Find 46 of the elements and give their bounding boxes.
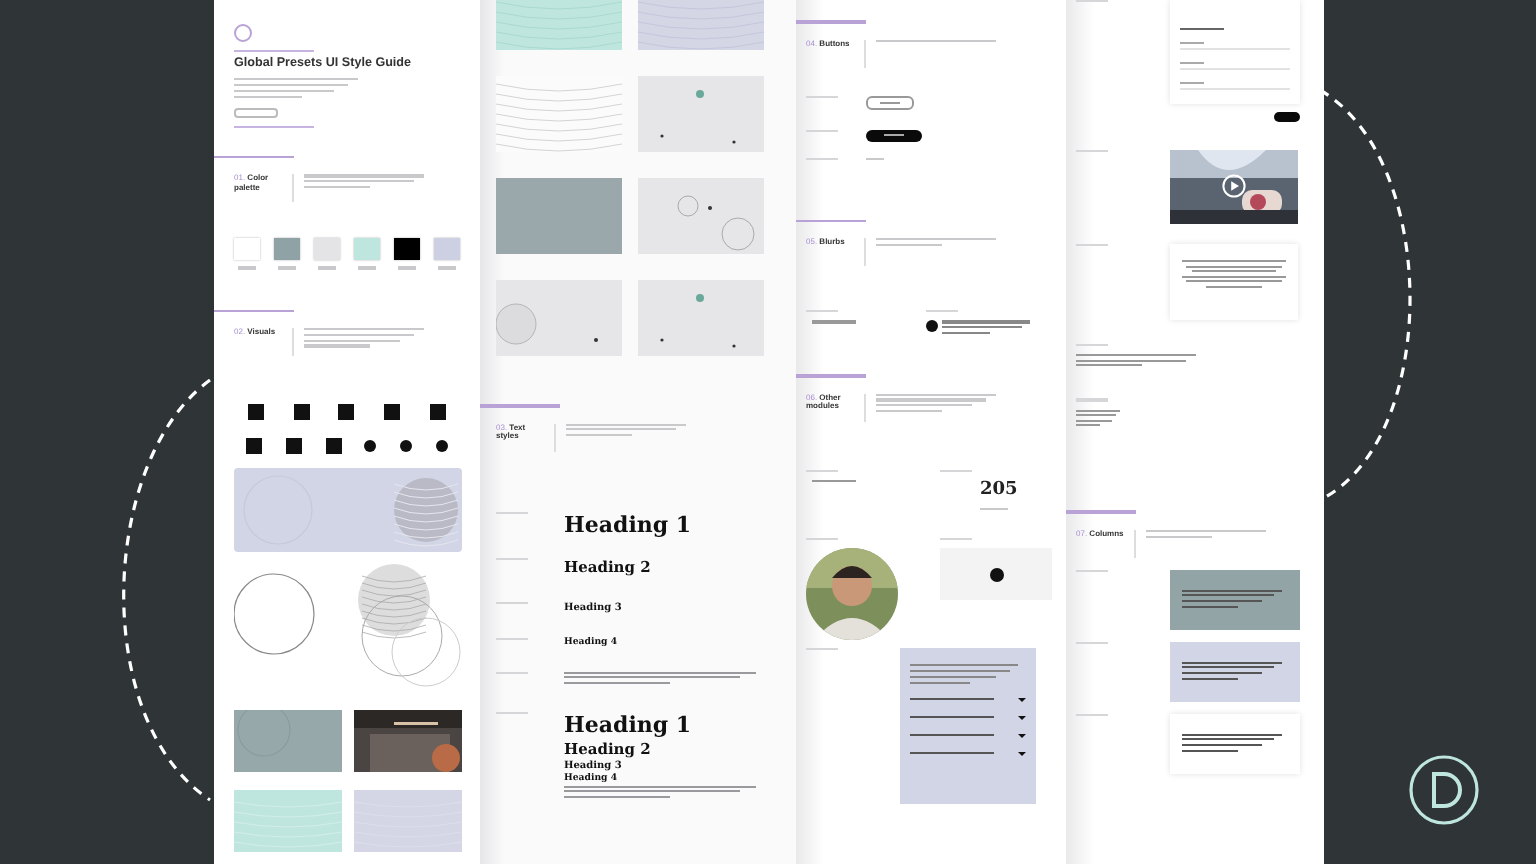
arrow-icon[interactable] bbox=[1018, 751, 1026, 756]
blurred-text-drawing bbox=[1076, 409, 1120, 427]
round-icon bbox=[989, 567, 1003, 582]
round-icon bbox=[436, 440, 449, 453]
blurred-text-drawing bbox=[1182, 260, 1286, 288]
pattern-tile bbox=[638, 76, 764, 152]
counter-number: 205 bbox=[980, 479, 1018, 500]
pattern-tile bbox=[638, 178, 764, 254]
logo-icon bbox=[234, 24, 252, 42]
arrow-icon[interactable] bbox=[1018, 715, 1026, 720]
arrow-icon[interactable] bbox=[1018, 697, 1026, 702]
blurred-text-drawing bbox=[875, 393, 996, 413]
primary-button[interactable] bbox=[866, 129, 922, 141]
pattern-tile bbox=[354, 790, 462, 853]
blurred-text-drawing bbox=[1182, 589, 1282, 608]
input-field[interactable] bbox=[1180, 78, 1290, 91]
blurred-text-drawing bbox=[1145, 529, 1266, 538]
input-field[interactable] bbox=[1180, 58, 1290, 71]
blurred-text-drawing bbox=[1182, 733, 1282, 752]
blurred-text-drawing bbox=[565, 423, 686, 437]
app-icon bbox=[429, 404, 446, 421]
outline-button[interactable] bbox=[866, 95, 914, 109]
blurred-text-drawing bbox=[942, 320, 1030, 335]
pattern-tile bbox=[496, 178, 622, 254]
pattern-tile bbox=[234, 710, 342, 773]
arrow-icon[interactable] bbox=[1018, 733, 1026, 738]
round-icon bbox=[400, 440, 413, 453]
input-field[interactable] bbox=[1180, 38, 1290, 51]
pattern-tile bbox=[496, 280, 622, 356]
blurred-text-drawing bbox=[303, 174, 424, 189]
blurred-text-drawing bbox=[303, 328, 424, 348]
blurred-text-drawing bbox=[1076, 354, 1196, 367]
app-icon bbox=[384, 404, 401, 421]
pattern-tile bbox=[638, 280, 764, 356]
logo-icon bbox=[1408, 754, 1480, 826]
heading-sample: Heading 1 bbox=[564, 711, 694, 738]
round-icon bbox=[364, 440, 377, 453]
heading-sample: Heading 1 bbox=[564, 511, 692, 537]
blurred-text-drawing bbox=[910, 664, 1018, 684]
play-icon[interactable] bbox=[1222, 174, 1246, 198]
blurred-text-drawing bbox=[1182, 661, 1282, 680]
blurred-text-drawing bbox=[234, 78, 358, 98]
blurred-text-drawing bbox=[875, 238, 996, 247]
submit-button[interactable] bbox=[1274, 112, 1300, 122]
pattern-tile bbox=[234, 790, 342, 853]
blurb-icon bbox=[926, 320, 938, 333]
